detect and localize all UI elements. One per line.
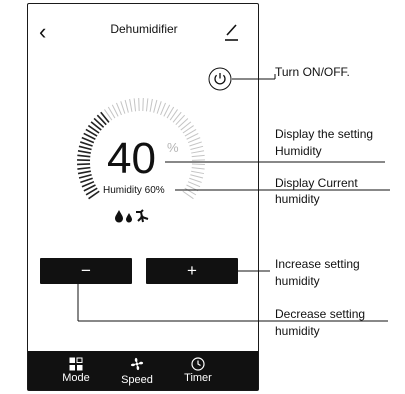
dial-tick [191,170,205,175]
dial-tick [78,174,92,179]
dial-tick [79,141,93,147]
dial-tick [156,101,162,114]
dial-tick [116,102,122,116]
dial-tick [124,99,129,113]
dial-tick [129,98,133,112]
annotation-power: Turn ON/OFF. [275,65,350,79]
annotation-decrease-line1: Decrease setting [275,307,366,321]
dial-tick [77,150,91,154]
tab-timer-label: Timer [184,372,212,384]
dial-tick [190,174,204,179]
dial-tick [187,137,201,144]
dehumidify-mode-icon [115,209,149,223]
annotation-increase-line2: humidity [275,274,320,288]
tab-timer[interactable]: Timer [168,351,228,390]
annotation-current-humidity-line1: Display Current [275,176,358,190]
dial-tick [77,166,91,170]
tab-speed[interactable]: Speed [107,351,167,390]
annotation-increase-line1: Increase setting [275,257,360,271]
dial-tick [77,163,91,166]
dial-tick [191,154,205,158]
tab-speed-label: Speed [121,374,153,386]
dial-tick [187,181,201,188]
app-title: Dehumidifier [110,22,178,36]
dial-tick [78,145,92,151]
annotation-current-humidity-line2: humidity [275,192,320,206]
bottom-tab-bar: Mode Speed Timer [28,351,258,390]
dial-tick [77,154,91,158]
dial-tick [160,102,166,116]
dial-tick [191,163,205,165]
power-icon[interactable] [208,67,232,91]
setting-humidity-value: 40 [107,134,156,183]
pencil-icon[interactable] [222,21,240,43]
dial-tick [191,167,205,170]
current-humidity-label: Humidity 60% [103,185,165,196]
dial-tick [189,177,202,183]
dial-tick [189,141,202,147]
clock-icon [191,357,205,371]
dial-tick [149,98,153,112]
tab-mode-label: Mode [62,372,90,384]
decrease-humidity-button[interactable]: − [40,258,132,284]
dial-tick [120,101,126,114]
dial-tick [133,98,137,112]
back-chevron-icon[interactable]: ‹ [39,21,46,43]
tab-mode[interactable]: Mode [46,351,106,390]
annotation-decrease-line2: humidity [275,324,320,338]
dial-tick [153,99,158,113]
dial-tick [145,98,149,112]
fan-icon [130,357,144,371]
annotation-setting-humidity-line2: Humidity [275,144,322,158]
dial-tick [190,145,204,150]
mode-icon [69,357,83,371]
annotation-setting-humidity-line1: Display the setting [275,127,374,141]
dial-tick [77,170,91,175]
setting-humidity-unit: % [167,140,179,155]
dial-tick [80,177,93,184]
increase-humidity-button[interactable]: + [146,258,238,284]
dial-tick [191,150,205,154]
